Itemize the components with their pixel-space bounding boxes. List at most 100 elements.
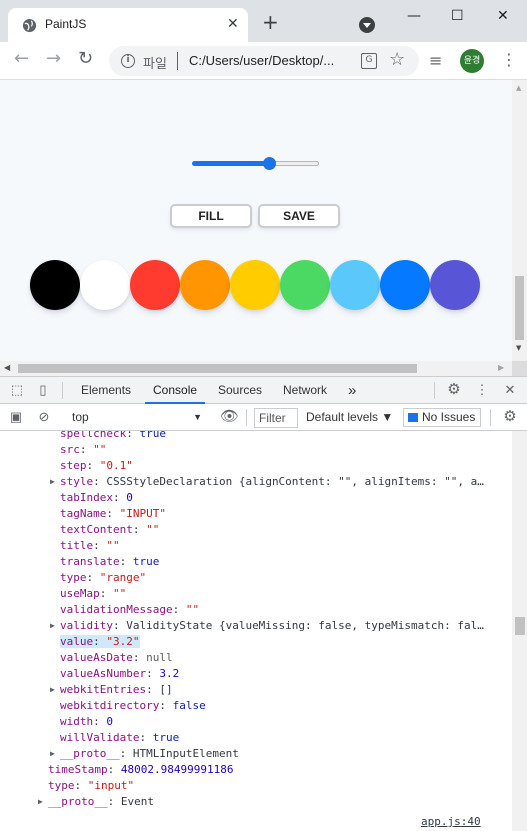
expand-triangle-icon[interactable]: ▶ (50, 746, 55, 762)
url-text[interactable]: C:/Users/user/Desktop/... (189, 53, 334, 68)
console-output[interactable]: app.js:40 spellcheck: true src: "" step: "… (0, 431, 527, 831)
property-separator: : (107, 795, 121, 808)
maximize-button[interactable]: ☐ (451, 8, 464, 24)
tab-elements[interactable]: Elements (81, 377, 131, 404)
bookmark-star-icon[interactable]: ☆ (389, 49, 405, 70)
minimize-button[interactable]: — (407, 8, 421, 24)
sidebar-toggle-icon[interactable]: ▣ (8, 409, 24, 425)
tab-sources[interactable]: Sources (218, 377, 262, 404)
close-window-button[interactable]: ✕ (497, 8, 509, 24)
brush-size-slider[interactable] (192, 157, 319, 170)
tab-console[interactable]: Console (145, 377, 206, 404)
scroll-right-icon[interactable]: ▶ (498, 363, 504, 372)
scroll-left-icon[interactable]: ◀ (4, 363, 10, 372)
property-separator: : (93, 635, 107, 648)
property-separator: : (93, 475, 107, 488)
expand-triangle-icon[interactable]: ▶ (50, 474, 55, 490)
log-levels-dropdown[interactable]: Default levels ▼ (306, 408, 393, 427)
color-swatch[interactable] (280, 260, 330, 310)
expand-triangle-icon[interactable]: ▶ (38, 794, 43, 810)
property-separator: : (132, 523, 147, 536)
color-swatch[interactable] (430, 260, 480, 310)
address-bar[interactable]: i 파일 C:/Users/user/Desktop/... G ☆ (109, 46, 419, 76)
console-property-row: step: "0.1" (60, 458, 133, 474)
property-key: width (60, 715, 94, 728)
profile-avatar[interactable]: 윤경 (460, 49, 484, 73)
tab-title: PaintJS (45, 17, 87, 31)
property-key: translate (60, 555, 120, 568)
expand-triangle-icon[interactable]: ▶ (50, 682, 55, 698)
scroll-down-icon[interactable]: ▼ (516, 344, 521, 352)
property-separator: : (74, 779, 88, 792)
tab-network[interactable]: Network (283, 377, 327, 404)
more-menu-icon[interactable]: ⋮ (501, 50, 517, 69)
console-property-row: valueAsDate: null (60, 650, 173, 666)
console-filter-input[interactable]: Filter (254, 408, 298, 428)
vertical-scroll-thumb[interactable] (515, 276, 524, 340)
property-key: tabIndex (60, 491, 113, 504)
console-property-row[interactable]: validity: ValidityState {valueMissing: f… (60, 618, 484, 634)
devtools-close-icon[interactable]: ✕ (502, 382, 518, 398)
console-property-row: width: 0 (60, 714, 113, 730)
color-swatch[interactable] (130, 260, 180, 310)
console-property-row[interactable]: webkitEntries: [] (60, 682, 173, 698)
page-vertical-scrollbar[interactable]: ▲ ▼ (512, 80, 527, 361)
property-separator: : (119, 747, 133, 760)
scrollbar-corner (512, 361, 527, 376)
property-value: [] (159, 683, 173, 696)
inspect-element-icon[interactable]: ⬚ (9, 382, 25, 398)
property-value: "3.2" (106, 635, 140, 648)
back-icon[interactable]: ← (14, 50, 29, 68)
save-button[interactable]: SAVE (258, 204, 340, 228)
color-swatch[interactable] (380, 260, 430, 310)
property-value: "" (146, 523, 160, 536)
property-separator: : (99, 587, 113, 600)
property-separator: : (106, 507, 120, 520)
console-property-row[interactable]: style: CSSStyleDeclaration {alignContent… (60, 474, 484, 490)
color-swatch[interactable] (330, 260, 380, 310)
source-link[interactable]: app.js:40 (421, 814, 481, 830)
issues-button[interactable]: No Issues (403, 408, 481, 427)
settings-gear-icon[interactable]: ⚙ (446, 382, 462, 398)
tab-search-icon[interactable] (359, 17, 375, 33)
more-tabs-icon[interactable]: » (348, 377, 356, 404)
color-swatch[interactable] (30, 260, 80, 310)
slider-thumb[interactable] (263, 157, 276, 170)
console-scrollbar[interactable] (512, 431, 527, 831)
color-swatch[interactable] (80, 260, 130, 310)
forward-icon[interactable]: → (46, 50, 61, 68)
page-viewport: FILL SAVE ▲ ▼ ◀ ▶ (0, 80, 527, 376)
page-horizontal-scrollbar[interactable]: ◀ ▶ (0, 361, 512, 376)
tab-close-icon[interactable]: ✕ (227, 17, 239, 31)
clear-console-icon[interactable]: ⊘ (36, 409, 52, 425)
console-property-row[interactable]: __proto__: HTMLInputElement (60, 746, 239, 762)
device-toolbar-icon[interactable]: ▯ (35, 382, 51, 398)
translate-icon[interactable]: G (361, 53, 377, 69)
fill-button[interactable]: FILL (170, 204, 252, 228)
reload-icon[interactable]: ↻ (78, 50, 93, 68)
property-separator: : (146, 667, 160, 680)
scroll-up-icon[interactable]: ▲ (516, 84, 521, 92)
new-tab-button[interactable]: + (262, 12, 279, 32)
property-value: false (172, 699, 206, 712)
console-settings-gear-icon[interactable]: ⚙ (502, 409, 518, 425)
devtools-menu-icon[interactable]: ⋮ (474, 382, 490, 398)
horizontal-scroll-thumb[interactable] (18, 364, 417, 373)
console-property-row: title: "" (60, 538, 120, 554)
property-key: valueAsNumber (60, 667, 147, 680)
console-scroll-thumb[interactable] (515, 617, 525, 635)
expand-triangle-icon[interactable]: ▶ (50, 618, 55, 634)
property-key: tagName (60, 507, 107, 520)
slider-fill (192, 161, 268, 166)
property-key: timeStamp (48, 763, 108, 776)
context-selector[interactable]: top ▼ (66, 408, 206, 427)
property-value: "" (185, 603, 200, 616)
browser-tab[interactable]: PaintJS ✕ (8, 8, 248, 42)
media-control-icon[interactable]: ≡ (429, 51, 442, 70)
console-property-row[interactable]: __proto__: Event (48, 794, 154, 810)
color-swatch[interactable] (180, 260, 230, 310)
info-icon[interactable]: i (121, 54, 135, 68)
property-separator: : (79, 443, 94, 456)
live-expression-eye-icon[interactable]: 👁 (220, 409, 239, 425)
color-swatch[interactable] (230, 260, 280, 310)
